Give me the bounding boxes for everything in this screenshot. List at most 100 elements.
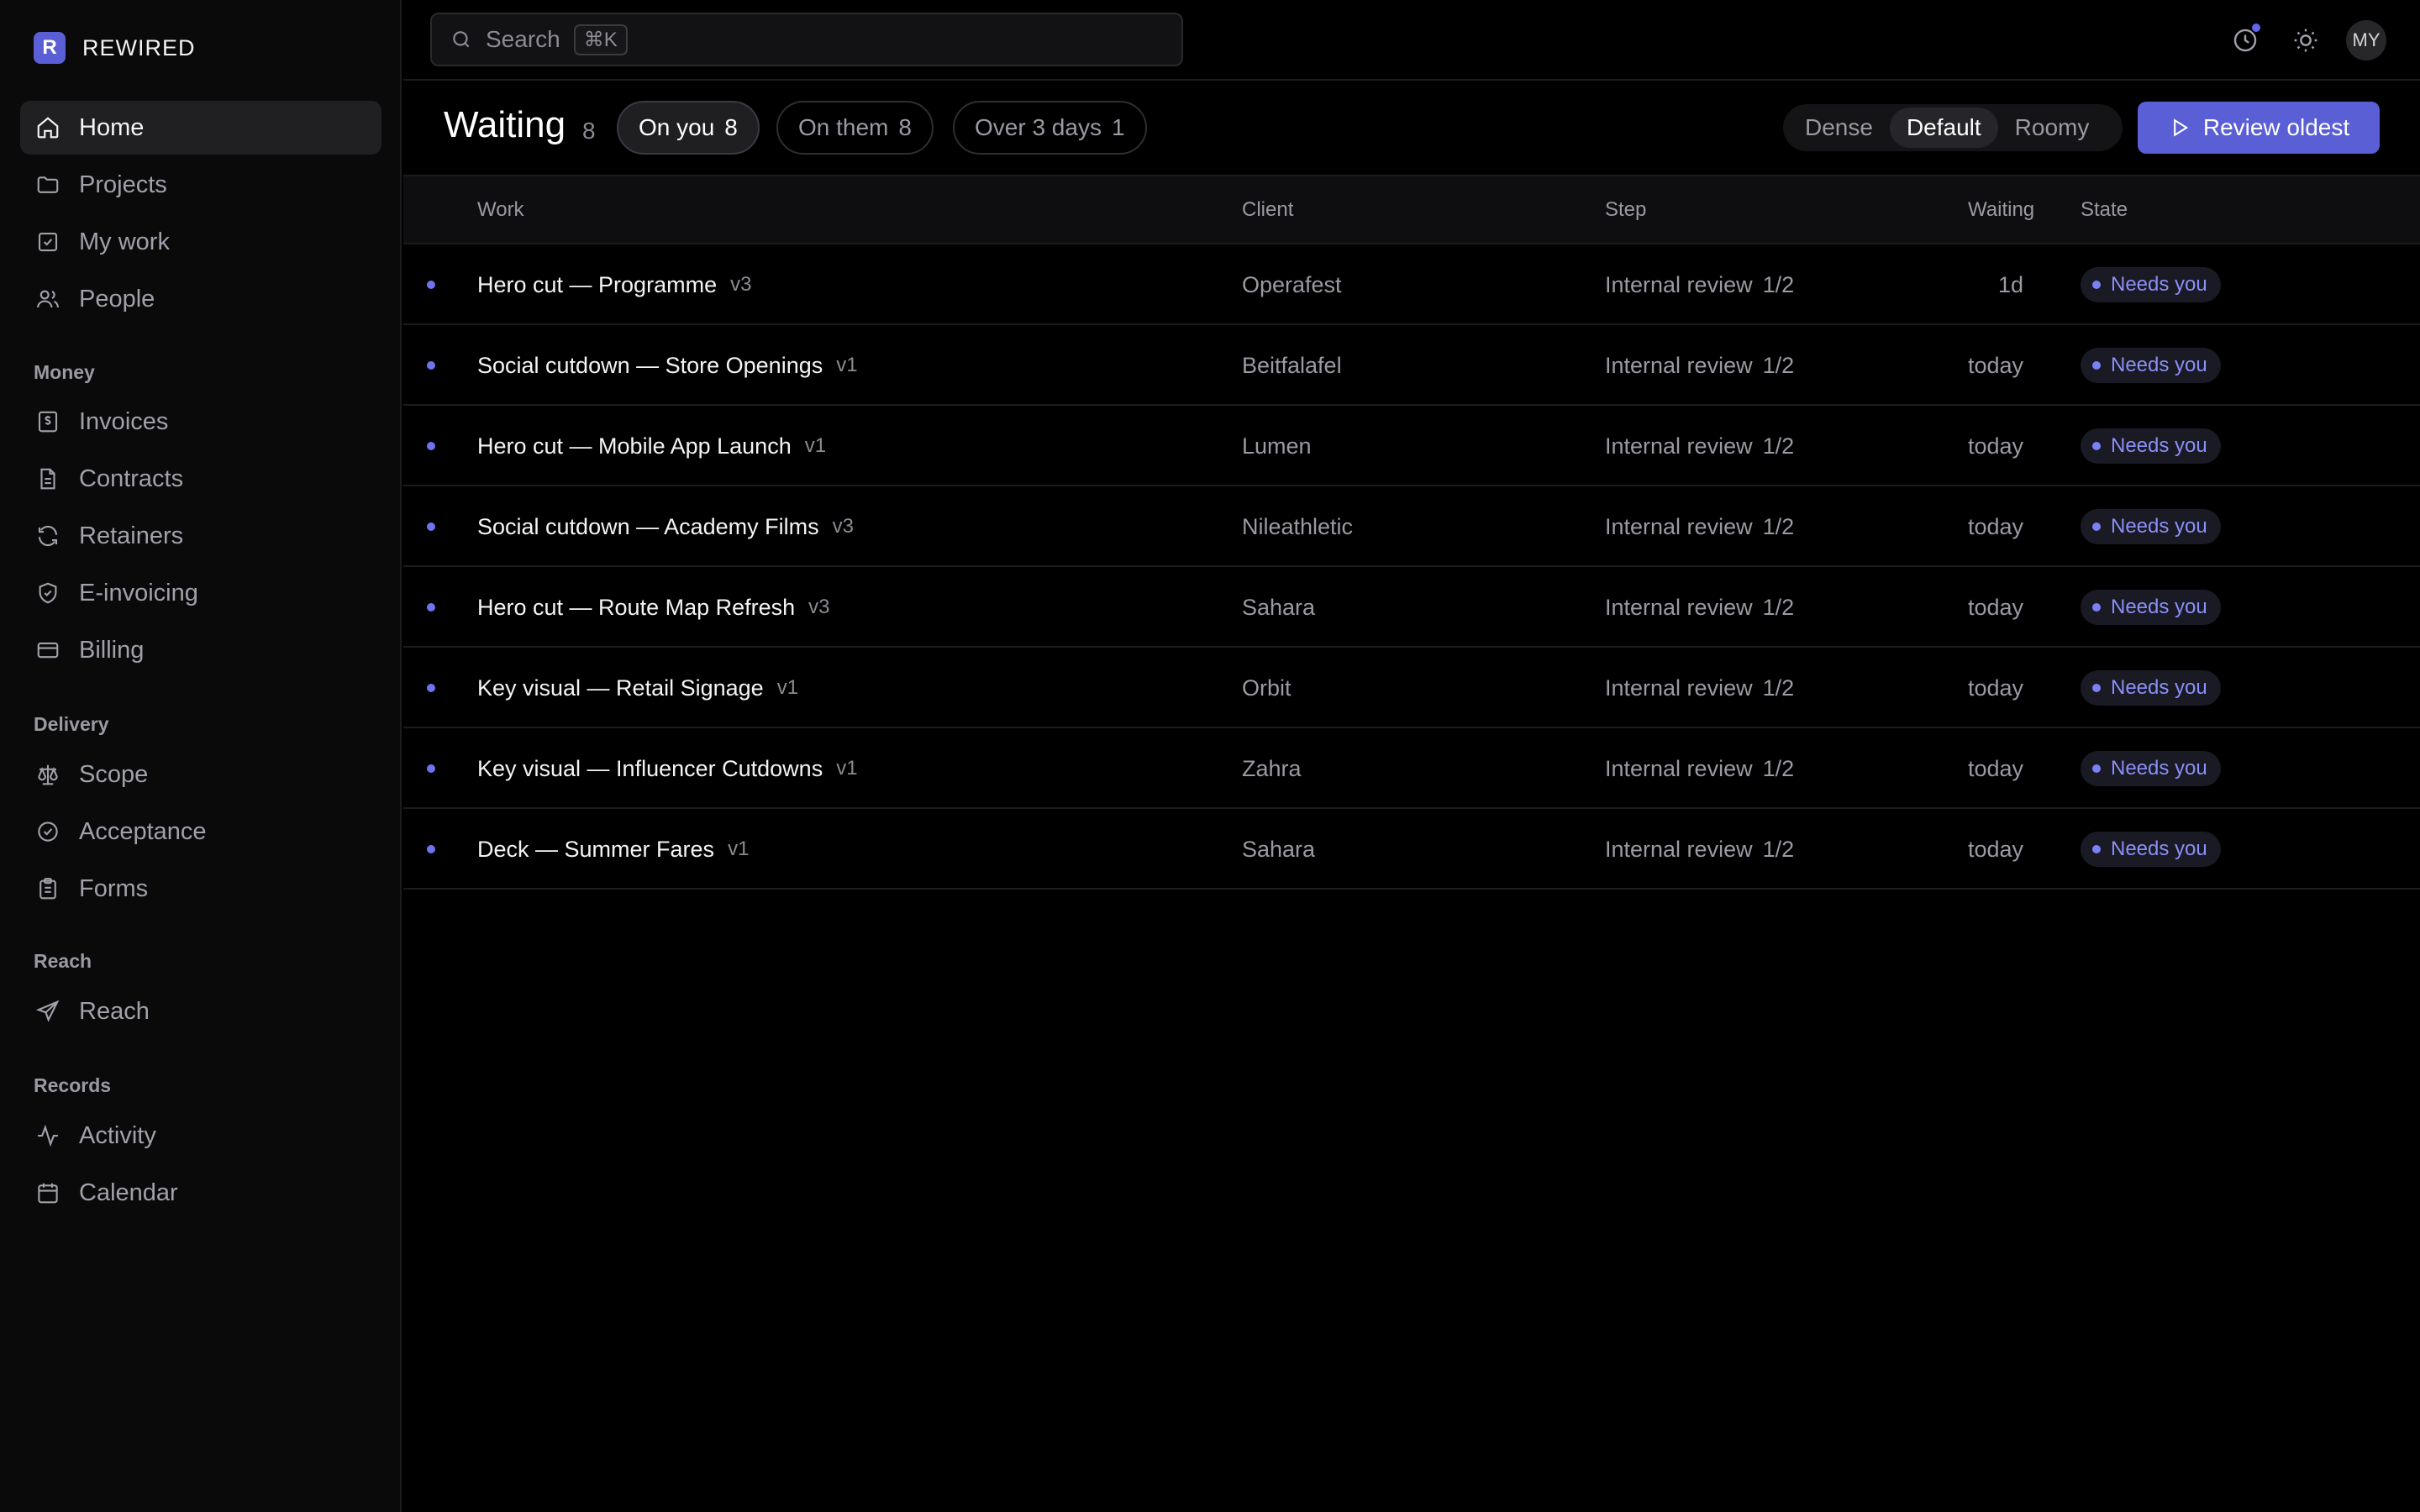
column-header-state[interactable]: State [2081, 198, 2128, 222]
table-row[interactable]: Key visual — Retail Signage v1 Orbit Intern… [403, 648, 2420, 728]
density-roomy[interactable]: Roomy [1998, 108, 2107, 148]
sidebar-item-calendar[interactable]: Calendar [20, 1166, 381, 1220]
status-label: Needs you [2111, 676, 2207, 699]
sidebar-item-my-work[interactable]: My work [20, 215, 381, 269]
status-label: Needs you [2111, 515, 2207, 538]
state-cell: Needs you [2081, 809, 2221, 890]
sidebar-item-scope[interactable]: Scope [20, 748, 381, 801]
column-header-waiting[interactable]: Waiting [1968, 198, 2034, 222]
status-badge: Needs you [2081, 751, 2221, 786]
check-circle-icon [38, 822, 58, 842]
waiting-cell: today [1967, 755, 2023, 781]
filter-count: 1 [1111, 114, 1125, 140]
sidebar-item-activity[interactable]: Activity [20, 1109, 381, 1163]
work-cell: Key visual — Influencer Cutdowns v1 [477, 728, 858, 809]
work-cell: Hero cut — Mobile App Launch v1 [477, 406, 826, 486]
step-name: Internal review [1605, 271, 1753, 297]
table-row[interactable]: Hero cut — Route Map Refresh v3 Sahara Inte… [403, 567, 2420, 648]
table-row[interactable]: Hero cut — Programme v3 Operafest Internal … [403, 244, 2420, 325]
state-cell: Needs you [2081, 728, 2221, 809]
state-cell: Needs you [2081, 325, 2221, 406]
work-title[interactable]: Deck — Summer Fares [477, 837, 714, 863]
sidebar-item-home[interactable]: Home [20, 101, 381, 155]
table-row[interactable]: Key visual — Influencer Cutdowns v1 Zahra I… [403, 728, 2420, 809]
status-badge: Needs you [2081, 670, 2221, 706]
search-input[interactable]: Search ⌘K [430, 13, 1183, 66]
table-row[interactable]: Social cutdown — Academy Films v3 Nileathl… [403, 486, 2420, 567]
status-badge: Needs you [2081, 348, 2221, 383]
work-cell: Hero cut — Programme v3 [477, 244, 751, 325]
step-progress: 1/2 [1762, 352, 1795, 378]
density-dense[interactable]: Dense [1788, 108, 1890, 148]
work-version: v1 [836, 757, 858, 780]
filter-over-3-days[interactable]: Over 3 days 1 [953, 101, 1147, 155]
document-icon [40, 468, 55, 490]
waiting-cell: today [1967, 594, 2023, 620]
work-version: v1 [776, 676, 799, 699]
step-name: Internal review [1605, 513, 1753, 539]
step-name: Internal review [1605, 433, 1753, 459]
status-label: Needs you [2111, 757, 2207, 780]
waiting-cell: today [1967, 352, 2023, 378]
density-default[interactable]: Default [1889, 108, 1998, 148]
work-title[interactable]: Hero cut — Mobile App Launch [477, 433, 792, 459]
review-oldest-button[interactable]: Review oldest [2138, 102, 2380, 154]
table-row[interactable]: Deck — Summer Fares v1 Sahara Internal revi… [403, 809, 2420, 890]
column-header-step[interactable]: Step [1605, 198, 1646, 222]
sidebar-item-projects[interactable]: Projects [20, 158, 381, 212]
unread-dot [427, 845, 435, 853]
sidebar-item-billing[interactable]: Billing [20, 623, 381, 677]
row-indicator [427, 728, 435, 809]
sidebar-item-label: Scope [79, 760, 149, 788]
sidebar-item-forms[interactable]: Forms [20, 862, 381, 916]
sidebar-item-people[interactable]: People [20, 272, 381, 326]
column-header-client[interactable]: Client [1242, 198, 1293, 222]
work-title[interactable]: Key visual — Influencer Cutdowns [477, 756, 823, 782]
work-version: v1 [804, 434, 827, 457]
step-progress: 1/2 [1762, 513, 1795, 539]
review-oldest-label: Review oldest [2202, 114, 2350, 140]
page-count: 8 [582, 118, 596, 144]
table-row[interactable]: Hero cut — Mobile App Launch v1 Lumen Inter… [403, 406, 2420, 486]
status-dot [2092, 281, 2101, 289]
sidebar-item-invoices[interactable]: Invoices [20, 395, 381, 449]
work-cell: Key visual — Retail Signage v1 [477, 648, 798, 728]
invoice-icon [38, 411, 58, 433]
step-progress: 1/2 [1762, 433, 1795, 459]
sidebar-item-reach[interactable]: Reach [20, 984, 381, 1038]
unread-dot [427, 361, 435, 370]
column-header-work[interactable]: Work [477, 198, 524, 222]
filter-on-them[interactable]: On them 8 [776, 101, 934, 155]
client-cell: Nileathletic [1242, 513, 1354, 539]
filter-on-you[interactable]: On you 8 [617, 101, 760, 155]
sidebar-section-records: Records [34, 1074, 112, 1096]
work-title[interactable]: Hero cut — Programme [477, 272, 717, 298]
avatar[interactable]: MY [2346, 20, 2386, 60]
send-icon [35, 1000, 60, 1022]
sidebar-item-label: Activity [79, 1121, 156, 1149]
play-icon [2173, 118, 2188, 137]
sidebar-item-contracts[interactable]: Contracts [20, 452, 381, 506]
filter-count: 8 [898, 114, 912, 140]
table-row[interactable]: Social cutdown — Store Openings v1 Beitfal… [403, 325, 2420, 406]
step-cell: Internal review 1/2 [1605, 406, 1794, 486]
history-button[interactable] [2228, 24, 2262, 57]
sidebar-item-label: Invoices [79, 407, 169, 435]
sidebar-item-e-invoicing[interactable]: E-invoicing [20, 566, 381, 620]
sidebar-item-acceptance[interactable]: Acceptance [20, 805, 381, 858]
unread-dot [427, 522, 435, 531]
work-title[interactable]: Key visual — Retail Signage [477, 675, 764, 701]
work-title[interactable]: Hero cut — Route Map Refresh [477, 595, 795, 621]
status-dot [2092, 442, 2101, 450]
work-title[interactable]: Social cutdown — Academy Films [477, 514, 819, 540]
status-label: Needs you [2111, 837, 2207, 860]
sidebar-item-retainers[interactable]: Retainers [20, 509, 381, 563]
clipboard-icon [39, 878, 56, 900]
row-indicator [427, 325, 435, 406]
sidebar-section-reach: Reach [34, 950, 92, 972]
status-dot [2092, 522, 2101, 531]
work-title[interactable]: Social cutdown — Store Openings [477, 353, 823, 379]
step-name: Internal review [1605, 836, 1753, 862]
theme-toggle-button[interactable] [2289, 24, 2323, 57]
brand[interactable]: R REWIRED [34, 32, 196, 64]
